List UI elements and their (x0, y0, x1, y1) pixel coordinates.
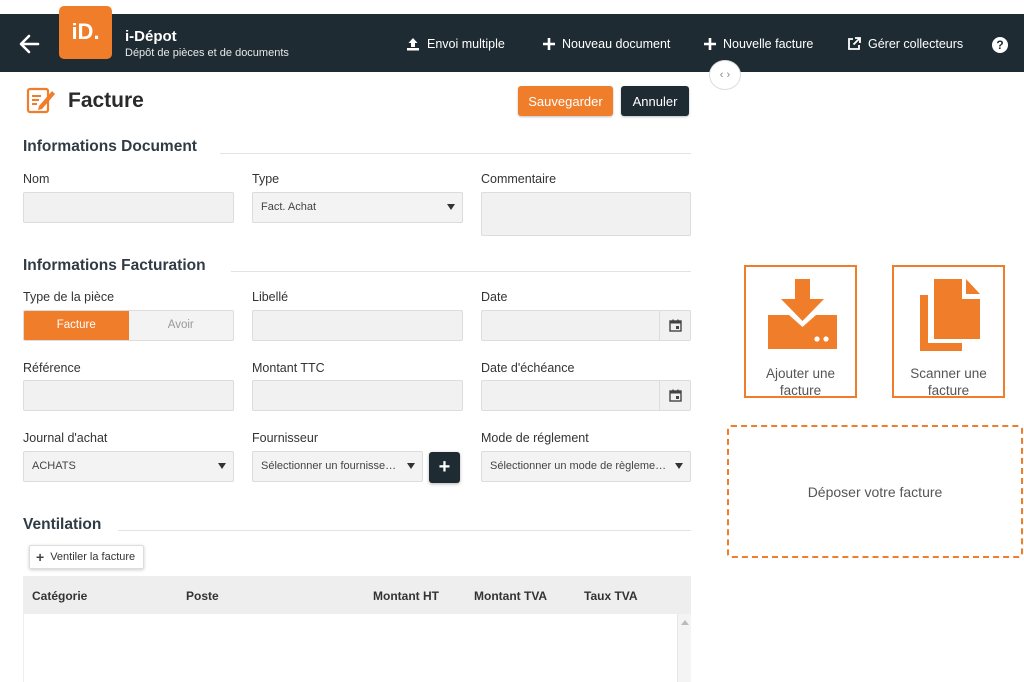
app-subtitle: Dépôt de pièces et de documents (125, 47, 289, 59)
date-echeance-label: Date d'échéance (481, 361, 575, 375)
montant-ttc-field[interactable] (252, 380, 463, 411)
external-link-icon (848, 37, 861, 50)
commentaire-field[interactable] (481, 192, 691, 236)
gerer-collecteurs-link[interactable]: Gérer collecteurs (847, 37, 963, 51)
plus-icon: + (438, 456, 451, 478)
fournisseur-label: Fournisseur (252, 431, 318, 445)
page-title: Facture (68, 89, 144, 112)
fournisseur-select[interactable]: Sélectionner un fournisseur... (252, 451, 423, 482)
question-circle-icon[interactable]: ? (992, 37, 1008, 53)
date-field[interactable] (481, 310, 691, 341)
type-piece-avoir-option[interactable]: Avoir (128, 311, 233, 340)
gerer-collecteurs-label: Gérer collecteurs (868, 37, 964, 51)
nouvelle-facture-label: Nouvelle facture (723, 37, 814, 51)
nouveau-document-label: Nouveau document (562, 37, 671, 51)
table-scrollbar[interactable] (677, 614, 691, 682)
upload-icon (407, 38, 419, 51)
ventilation-table-header: Catégorie Poste Montant HT Montant TVA T… (23, 576, 691, 614)
type-piece-label: Type de la pièce (23, 290, 115, 304)
column-header-montant-ht[interactable]: Montant HT (373, 589, 439, 603)
drop-zone-label: Déposer votre facture (807, 483, 943, 500)
type-piece-facture-option[interactable]: Facture (24, 311, 129, 340)
scanner-facture-label: Scanner une facture (910, 366, 987, 398)
ventiler-facture-button[interactable]: + Ventiler la facture (29, 545, 144, 569)
ventilation-table-body (23, 614, 691, 682)
type-piece-toggle: Facture Avoir (23, 310, 234, 341)
nom-label: Nom (23, 172, 50, 186)
column-header-taux-tva[interactable]: Taux TVA (584, 589, 638, 603)
column-header-montant-tva[interactable]: Montant TVA (474, 589, 547, 603)
nouveau-document-link[interactable]: Nouveau document (543, 37, 670, 51)
section-divider (231, 271, 691, 272)
caret-down-icon (407, 463, 415, 469)
montant-ttc-label: Montant TTC (252, 361, 325, 375)
journal-select[interactable]: ACHATS (23, 451, 234, 482)
section-divider (118, 530, 691, 531)
section-title-document: Informations Document (23, 138, 197, 155)
date-echeance-field[interactable] (481, 380, 691, 411)
plus-icon (543, 38, 555, 50)
add-fournisseur-button[interactable]: + (429, 452, 460, 483)
calendar-button[interactable] (659, 311, 690, 340)
nom-field[interactable] (23, 192, 234, 223)
fournisseur-select-value: Sélectionner un fournisseur... (261, 460, 400, 472)
ajouter-facture-card[interactable]: Ajouter une facture (744, 265, 857, 398)
plus-icon (704, 38, 716, 50)
envoi-multiple-label: Envoi multiple (427, 37, 505, 51)
plus-icon: + (36, 549, 45, 565)
drop-zone[interactable]: Déposer votre facture (727, 425, 1023, 558)
caret-down-icon (447, 204, 455, 210)
journal-label: Journal d'achat (23, 431, 108, 445)
calendar-button[interactable] (659, 381, 690, 410)
mode-reglement-select[interactable]: Sélectionner un mode de règlement... (481, 451, 691, 482)
reference-field[interactable] (23, 380, 234, 411)
scroll-up-icon[interactable] (681, 620, 689, 625)
app-logo[interactable]: iD. (59, 6, 112, 59)
app-title: i-Dépot (125, 28, 177, 45)
scanner-facture-card[interactable]: Scanner une facture (892, 265, 1005, 398)
reference-label: Référence (23, 361, 81, 375)
edit-document-icon (26, 86, 56, 119)
download-tray-icon (768, 279, 837, 349)
nouvelle-facture-link[interactable]: Nouvelle facture (704, 37, 813, 51)
section-divider (220, 153, 691, 154)
arrow-left-icon (19, 34, 40, 54)
libelle-field[interactable] (252, 310, 463, 341)
section-title-ventilation: Ventilation (23, 516, 102, 533)
section-title-facturation: Informations Facturation (23, 257, 206, 274)
mode-reglement-select-value: Sélectionner un mode de règlement... (490, 460, 668, 472)
envoi-multiple-link[interactable]: Envoi multiple (406, 37, 505, 51)
calendar-icon (668, 389, 682, 402)
libelle-label: Libellé (252, 290, 289, 304)
calendar-icon (668, 319, 682, 332)
mode-reglement-label: Mode de réglement (481, 431, 589, 445)
commentaire-label: Commentaire (481, 172, 557, 186)
cancel-button[interactable]: Annuler (621, 86, 689, 116)
type-label: Type (252, 172, 280, 186)
ajouter-facture-label: Ajouter une facture (765, 366, 836, 398)
ventiler-facture-label: Ventiler la facture (50, 551, 136, 563)
column-header-categorie[interactable]: Catégorie (32, 589, 87, 603)
caret-down-icon (218, 463, 226, 469)
panel-toggle-button[interactable]: ‹ › (709, 60, 741, 90)
date-label: Date (481, 290, 508, 304)
column-header-poste[interactable]: Poste (186, 589, 219, 603)
top-strip (0, 0, 1024, 14)
documents-icon (920, 279, 980, 351)
type-select-value: Fact. Achat (261, 201, 317, 213)
journal-select-value: ACHATS (32, 460, 76, 472)
save-button[interactable]: Sauvegarder (518, 86, 613, 116)
back-button[interactable] (16, 30, 44, 58)
caret-down-icon (675, 463, 683, 469)
type-select[interactable]: Fact. Achat (252, 192, 463, 223)
